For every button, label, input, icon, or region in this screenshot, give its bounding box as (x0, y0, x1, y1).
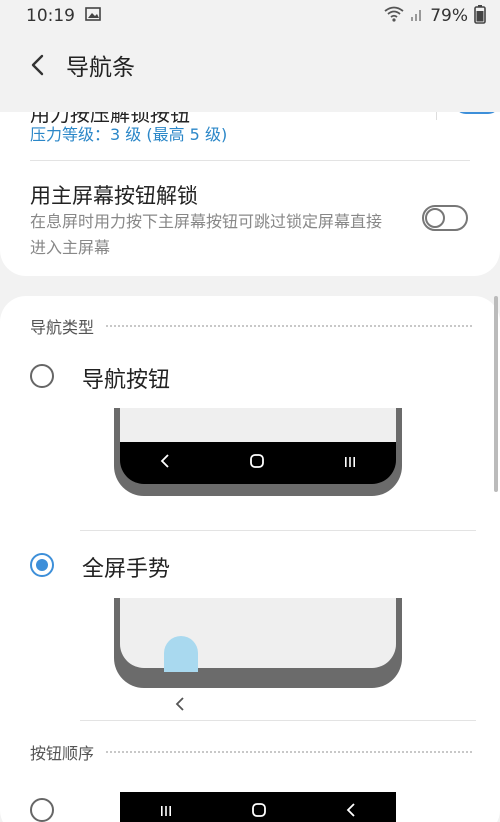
divider (80, 530, 476, 531)
status-time: 10:19 (26, 6, 75, 26)
home-icon (249, 453, 265, 473)
battery-percentage: 79% (430, 6, 468, 26)
divider (80, 720, 476, 721)
divider (30, 160, 470, 161)
status-left: 10:19 (26, 6, 101, 26)
pressure-unlock-toggle[interactable] (454, 112, 500, 114)
nav-type-header-label: 导航类型 (30, 318, 95, 337)
wifi-icon (384, 6, 404, 27)
signal-icon (410, 6, 424, 27)
home-icon (251, 802, 267, 822)
gesture-area-highlight (164, 636, 198, 672)
pressure-level-text: 压力等级：3 级 (最高 5 级) (30, 125, 228, 144)
full-screen-gestures-preview[interactable] (114, 598, 402, 688)
recents-icon (159, 803, 173, 822)
recents-icon (343, 454, 357, 473)
button-order-radio[interactable] (30, 798, 54, 822)
chevron-left-icon (31, 54, 44, 76)
nav-type-header: 导航类型 (30, 314, 472, 338)
home-unlock-title: 用主屏幕按钮解锁 (30, 184, 198, 208)
dotted-divider (106, 751, 472, 753)
button-order-header: 按钮顺序 (30, 740, 472, 764)
nav-buttons-radio[interactable] (30, 364, 54, 388)
scrollbar[interactable] (494, 296, 498, 492)
dotted-divider (106, 325, 472, 327)
preview-navbar (120, 442, 396, 484)
battery-icon (474, 4, 486, 29)
button-order-preview[interactable] (120, 792, 396, 822)
status-bar: 10:19 79% (0, 0, 500, 32)
gallery-icon (85, 6, 101, 26)
nav-buttons-preview[interactable] (114, 408, 402, 496)
toggle-knob (425, 208, 445, 228)
back-button[interactable] (22, 45, 52, 85)
vertical-divider (436, 112, 437, 120)
back-icon (159, 453, 171, 473)
back-gesture-icon (174, 696, 186, 716)
home-unlock-toggle[interactable] (422, 205, 468, 231)
status-right: 79% (384, 4, 486, 29)
page-title: 导航条 (66, 55, 135, 81)
preview-screen (120, 408, 396, 442)
app-bar: 导航条 (0, 34, 500, 96)
home-unlock-description-line1: 在息屏时用力按下主屏幕按钮可跳过锁定屏幕直接 (30, 212, 383, 231)
nav-buttons-label[interactable]: 导航按钮 (82, 362, 170, 394)
full-screen-gestures-radio[interactable] (30, 553, 54, 577)
settings-card-top: 用力按压解锁按钮 压力等级：3 级 (最高 5 级) 用主屏幕按钮解锁 在息屏时… (0, 112, 500, 276)
home-unlock-description-line2: 进入主屏幕 (30, 238, 111, 257)
back-icon (345, 802, 357, 822)
full-screen-gestures-label[interactable]: 全屏手势 (82, 551, 170, 583)
preview-screen (120, 598, 396, 672)
navigation-type-card: 导航类型 导航按钮 全屏手势 按钮顺序 (0, 296, 500, 822)
pressure-unlock-row[interactable]: 用力按压解锁按钮 压力等级：3 级 (最高 5 级) (30, 112, 500, 158)
button-order-header-label: 按钮顺序 (30, 744, 95, 763)
